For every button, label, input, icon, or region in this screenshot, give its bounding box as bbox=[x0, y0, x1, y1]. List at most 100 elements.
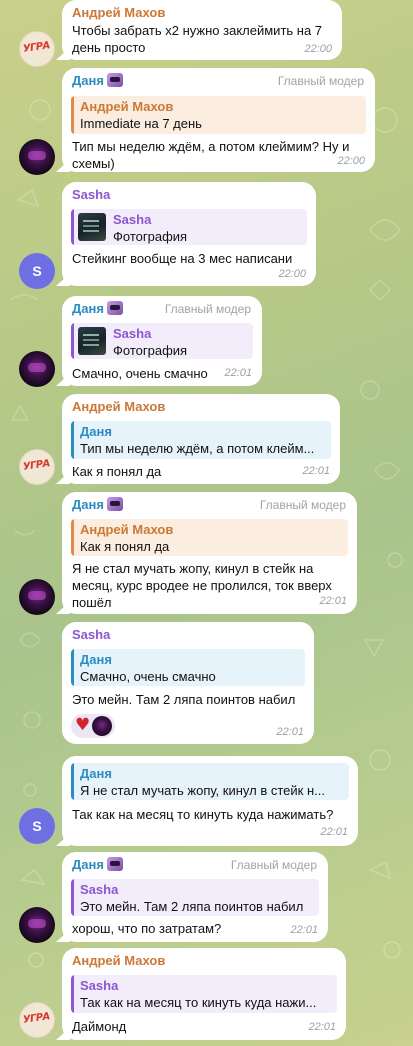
admin-role-label: Главный модер bbox=[259, 498, 346, 512]
reply-text: Смачно, очень смачно bbox=[80, 669, 216, 684]
message[interactable]: Даня Главный модер Андрей Махов Как я по… bbox=[0, 492, 413, 618]
message-text: Смачно, очень смачно bbox=[72, 366, 208, 381]
avatar[interactable] bbox=[19, 139, 55, 175]
message-bubble[interactable]: Sasha Даня Смачно, очень смачно Это мейн… bbox=[62, 622, 314, 744]
avatar-logo-text: УГРА bbox=[22, 458, 51, 473]
message[interactable]: УГРА Андрей Махов Sasha Так как на месяц… bbox=[0, 948, 413, 1044]
custom-emoji-icon bbox=[106, 73, 123, 87]
reply-text: Фотография bbox=[113, 343, 188, 358]
reply-quote[interactable]: Андрей Махов Immediate на 7 день bbox=[71, 96, 366, 134]
reply-sender-name: Даня bbox=[80, 652, 112, 667]
reply-text: Так как на месяц то кинуть куда нажи... bbox=[80, 995, 317, 1010]
custom-emoji-icon bbox=[106, 857, 123, 871]
reply-quote[interactable]: Sasha Фотография bbox=[71, 209, 307, 245]
sender-name[interactable]: Андрей Махов bbox=[72, 399, 165, 414]
message-bubble[interactable]: Даня Я не стал мучать жопу, кинул в стей… bbox=[62, 756, 358, 846]
sender-name[interactable]: Даня bbox=[72, 857, 123, 872]
message-time: 22:00 bbox=[278, 268, 306, 280]
reply-text: Тип мы неделю ждём, а потом клейм... bbox=[80, 441, 315, 456]
message-time: 22:01 bbox=[290, 924, 318, 936]
avatar[interactable] bbox=[19, 907, 55, 943]
message-bubble[interactable]: Андрей Махов Чтобы забрать х2 нужно закл… bbox=[62, 0, 342, 60]
message[interactable]: Даня Главный модер Андрей Махов Immediat… bbox=[0, 68, 413, 180]
avatar[interactable]: S bbox=[19, 253, 55, 289]
message-bubble[interactable]: Даня Главный модер Sasha Это мейн. Там 2… bbox=[62, 852, 328, 942]
message-text: Тип мы неделю ждём, а потом клеймим? Ну … bbox=[72, 139, 350, 171]
message-bubble[interactable]: Даня Главный модер Sasha Фотография Смач… bbox=[62, 296, 262, 386]
message-text: Чтобы забрать х2 нужно заклеймить на 7 д… bbox=[72, 23, 323, 55]
reply-quote[interactable]: Андрей Махов Как я понял да bbox=[71, 519, 348, 556]
reactor-avatar bbox=[92, 716, 112, 736]
reply-sender-name: Даня bbox=[80, 424, 112, 439]
avatar[interactable] bbox=[19, 579, 55, 615]
message[interactable]: Даня Главный модер Sasha Это мейн. Там 2… bbox=[0, 852, 413, 946]
avatar[interactable]: УГРА bbox=[19, 31, 55, 67]
message[interactable]: УГРА Андрей Махов Чтобы забрать х2 нужно… bbox=[0, 0, 413, 70]
admin-role-label: Главный модер bbox=[230, 858, 317, 872]
reply-sender-name: Даня bbox=[80, 766, 112, 781]
message-time: 22:01 bbox=[276, 726, 304, 738]
reply-quote[interactable]: Даня Тип мы неделю ждём, а потом клейм..… bbox=[71, 421, 331, 459]
message-text: Это мейн. Там 2 ляпа поинтов набил bbox=[72, 692, 296, 707]
sender-name[interactable]: Андрей Махов bbox=[72, 953, 165, 968]
reply-text: Immediate на 7 день bbox=[80, 116, 202, 131]
message-time: 22:01 bbox=[308, 1021, 336, 1033]
sender-name[interactable]: Даня bbox=[72, 73, 123, 88]
message[interactable]: S Даня Я не стал мучать жопу, кинул в ст… bbox=[0, 752, 413, 846]
reply-quote[interactable]: Даня Смачно, очень смачно bbox=[71, 649, 305, 686]
reactions[interactable] bbox=[71, 714, 115, 738]
reply-quote[interactable]: Sasha Фотография bbox=[71, 323, 253, 359]
message-text: Даймонд bbox=[72, 1019, 127, 1034]
message-bubble[interactable]: Даня Главный модер Андрей Махов Immediat… bbox=[62, 68, 375, 172]
message-text: хорош, что по затратам? bbox=[72, 921, 222, 936]
sender-name[interactable]: Даня bbox=[72, 301, 123, 316]
message-bubble[interactable]: Андрей Махов Даня Тип мы неделю ждём, а … bbox=[62, 394, 340, 484]
message[interactable]: S Sasha Даня Смачно, очень смачно Это ме… bbox=[0, 622, 413, 746]
message-bubble[interactable]: Андрей Махов Sasha Так как на месяц то к… bbox=[62, 948, 346, 1040]
reply-quote[interactable]: Sasha Так как на месяц то кинуть куда на… bbox=[71, 975, 337, 1013]
sender-name[interactable]: Андрей Махов bbox=[72, 5, 165, 20]
reply-text: Фотография bbox=[113, 229, 188, 244]
reply-text: Как я понял да bbox=[80, 539, 170, 554]
avatar[interactable] bbox=[19, 351, 55, 387]
avatar[interactable]: УГРА bbox=[19, 1002, 55, 1038]
reply-sender-name: Sasha bbox=[113, 212, 152, 227]
message-text: Так как на месяц то кинуть куда нажимать… bbox=[72, 807, 334, 822]
reply-quote[interactable]: Sasha Это мейн. Там 2 ляпа поинтов набил bbox=[71, 879, 319, 916]
custom-emoji-icon bbox=[106, 497, 123, 511]
admin-role-label: Главный модер bbox=[277, 74, 364, 88]
message-time: 22:01 bbox=[320, 826, 348, 838]
message-bubble[interactable]: Даня Главный модер Андрей Махов Как я по… bbox=[62, 492, 357, 614]
reply-sender-name: Андрей Махов bbox=[80, 522, 174, 537]
heart-icon bbox=[74, 715, 90, 735]
message-text: Стейкинг вообще на 3 мес написани bbox=[72, 251, 293, 266]
sender-name[interactable]: Sasha bbox=[72, 187, 110, 202]
avatar-logo-text: УГРА bbox=[22, 40, 51, 55]
reply-quote[interactable]: Даня Я не стал мучать жопу, кинул в стей… bbox=[71, 763, 349, 800]
message-time: 22:01 bbox=[302, 465, 330, 477]
avatar[interactable]: S bbox=[19, 808, 55, 844]
message-bubble[interactable]: Sasha Sasha Фотография Стейкинг вообще н… bbox=[62, 182, 316, 286]
reaction-chip[interactable] bbox=[71, 714, 115, 738]
message-time: 22:00 bbox=[337, 155, 365, 167]
message[interactable]: S Sasha Sasha Фотография Стейкинг вообще… bbox=[0, 182, 413, 290]
reply-sender-name: Андрей Махов bbox=[80, 99, 174, 114]
sender-name[interactable]: Даня bbox=[72, 497, 123, 512]
message-time: 22:01 bbox=[319, 595, 347, 607]
sender-name[interactable]: Sasha bbox=[72, 627, 110, 642]
avatar[interactable]: УГРА bbox=[19, 449, 55, 485]
message-time: 22:00 bbox=[304, 43, 332, 55]
message[interactable]: УГРА Андрей Махов Даня Тип мы неделю ждё… bbox=[0, 394, 413, 486]
avatar-logo-text: УГРА bbox=[22, 1011, 51, 1026]
message-text: Как я понял да bbox=[72, 464, 162, 479]
reply-sender-name: Sasha bbox=[113, 326, 152, 341]
reply-text: Это мейн. Там 2 ляпа поинтов набил bbox=[80, 899, 304, 914]
message[interactable]: Даня Главный модер Sasha Фотография Смач… bbox=[0, 296, 413, 388]
reply-sender-name: Sasha bbox=[80, 882, 119, 897]
message-text: Я не стал мучать жопу, кинул в стейк на … bbox=[72, 561, 332, 610]
reply-text: Я не стал мучать жопу, кинул в стейк н..… bbox=[80, 783, 325, 798]
photo-thumbnail bbox=[78, 327, 106, 355]
admin-role-label: Главный модер bbox=[164, 302, 251, 316]
reply-sender-name: Sasha bbox=[80, 978, 119, 993]
custom-emoji-icon bbox=[106, 301, 123, 315]
